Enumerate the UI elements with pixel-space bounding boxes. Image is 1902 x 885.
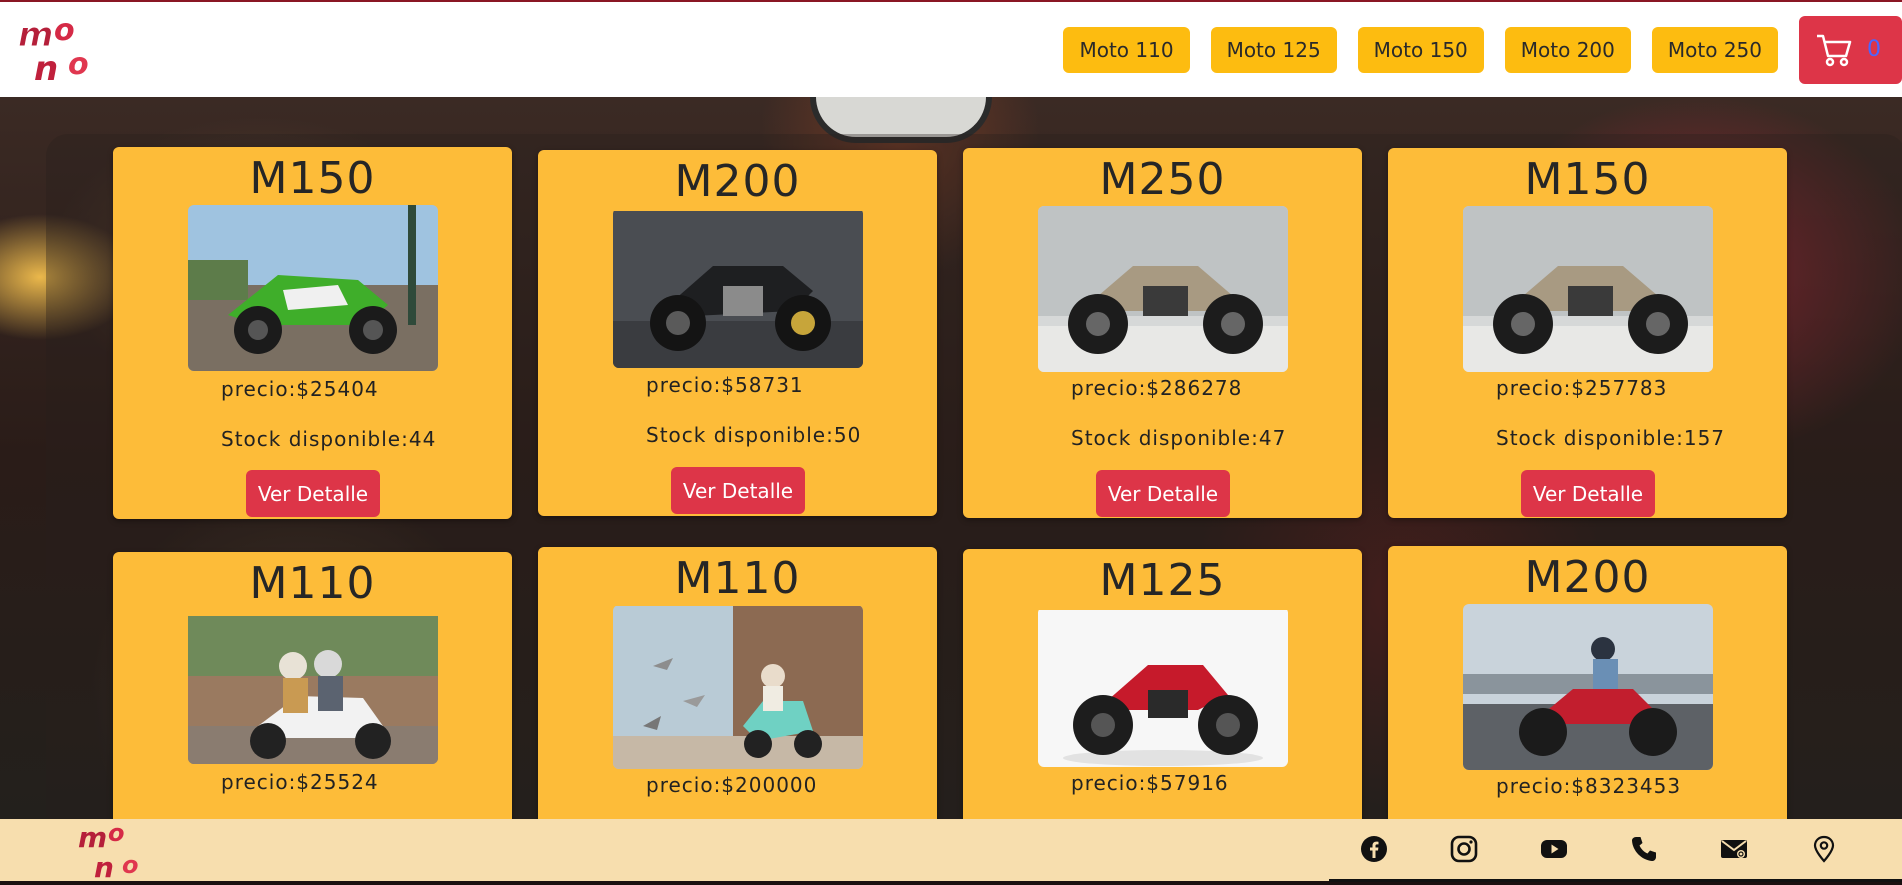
product-stock: Stock disponible:157 (1496, 426, 1726, 450)
product-card: M250 precio:$286278 Stock disponible:47 … (963, 148, 1362, 518)
facebook-icon (1361, 836, 1387, 862)
product-price: precio:$200000 (646, 773, 818, 797)
hero-background: M150 precio:$25404 Stock disponible:44 V… (0, 97, 1902, 819)
mail-icon (1721, 840, 1747, 858)
product-image-tan-scrambler (1463, 206, 1713, 372)
ver-detalle-button[interactable]: Ver Detalle (1521, 470, 1655, 517)
product-title: M200 (1524, 552, 1651, 603)
product-title: M250 (1099, 154, 1226, 205)
svg-text:o: o (54, 13, 75, 48)
product-title: M125 (1099, 555, 1226, 606)
location-pin-icon (1813, 835, 1835, 863)
product-card: M110 precio:$200000 (538, 547, 937, 819)
product-card: M200 precio:$8323453 (1388, 546, 1787, 819)
product-title: M150 (1524, 154, 1651, 205)
main-nav: Moto 110 Moto 125 Moto 150 Moto 200 Moto… (1063, 2, 1902, 97)
product-price: precio:$58731 (646, 373, 804, 397)
product-price: precio:$257783 (1496, 376, 1668, 400)
product-stock: Stock disponible:50 (646, 423, 862, 447)
nav-moto-125[interactable]: Moto 125 (1210, 26, 1337, 73)
brand-logo[interactable]: m o n o (12, 10, 108, 90)
product-card: M110 precio:$25524 (113, 552, 512, 819)
site-footer: m o n o (0, 819, 1902, 884)
product-price: precio:$57916 (1071, 771, 1229, 795)
product-price: precio:$25404 (221, 377, 379, 401)
svg-text:o: o (108, 819, 125, 847)
ver-detalle-button[interactable]: Ver Detalle (246, 470, 380, 517)
location-link[interactable] (1779, 835, 1869, 863)
svg-text:m: m (78, 821, 107, 854)
instagram-icon (1450, 835, 1478, 863)
product-stock: Stock disponible:47 (1071, 426, 1287, 450)
product-price: precio:$286278 (1071, 376, 1243, 400)
product-stock: Stock disponible:44 (221, 427, 437, 451)
product-title: M200 (674, 156, 801, 207)
cart-icon (1817, 34, 1852, 66)
product-image-tan-scrambler (1038, 206, 1288, 372)
product-price: precio:$8323453 (1496, 774, 1682, 798)
youtube-icon (1541, 840, 1567, 858)
nav-moto-150[interactable]: Moto 150 (1357, 26, 1484, 73)
product-image-rider-red-bike (1463, 604, 1713, 770)
product-title: M150 (249, 153, 376, 204)
product-image-green-sport-bike (188, 205, 438, 371)
ver-detalle-button[interactable]: Ver Detalle (1096, 470, 1230, 517)
svg-text:o: o (122, 851, 139, 879)
product-image-scooter-couple (188, 610, 438, 764)
nav-moto-200[interactable]: Moto 200 (1504, 26, 1631, 73)
facebook-link[interactable] (1329, 835, 1419, 863)
svg-text:o: o (68, 47, 89, 82)
phone-icon (1632, 837, 1656, 861)
nav-moto-250[interactable]: Moto 250 (1651, 26, 1778, 73)
cart-button[interactable]: 0 (1799, 15, 1902, 84)
youtube-link[interactable] (1509, 835, 1599, 863)
product-price: precio:$25524 (221, 770, 379, 794)
footer-logo[interactable]: m o n o (76, 819, 156, 884)
product-card: M200 precio:$58731 Stock disponible:50 V… (538, 150, 937, 516)
phone-link[interactable] (1599, 835, 1689, 863)
instagram-link[interactable] (1419, 835, 1509, 863)
product-image-black-cafe-racer (613, 208, 863, 368)
product-title: M110 (249, 558, 376, 609)
product-card: M150 precio:$257783 Stock disponible:157… (1388, 148, 1787, 518)
product-image-red-naked-bike (1038, 607, 1288, 767)
nav-moto-110[interactable]: Moto 110 (1063, 26, 1190, 73)
svg-text:n: n (34, 49, 58, 89)
svg-text:n: n (94, 851, 114, 881)
product-title: M110 (674, 553, 801, 604)
product-card: M150 precio:$25404 Stock disponible:44 V… (113, 147, 512, 519)
ver-detalle-button[interactable]: Ver Detalle (671, 467, 805, 514)
social-links (1329, 819, 1902, 882)
product-image-vespa-pigeons (613, 605, 863, 769)
product-card: M125 precio:$57916 (963, 549, 1362, 819)
cart-count: 0 (1867, 37, 1881, 62)
site-header: m o n o Moto 110 Moto 125 Moto 150 Moto … (0, 2, 1902, 97)
mail-link[interactable] (1689, 835, 1779, 863)
